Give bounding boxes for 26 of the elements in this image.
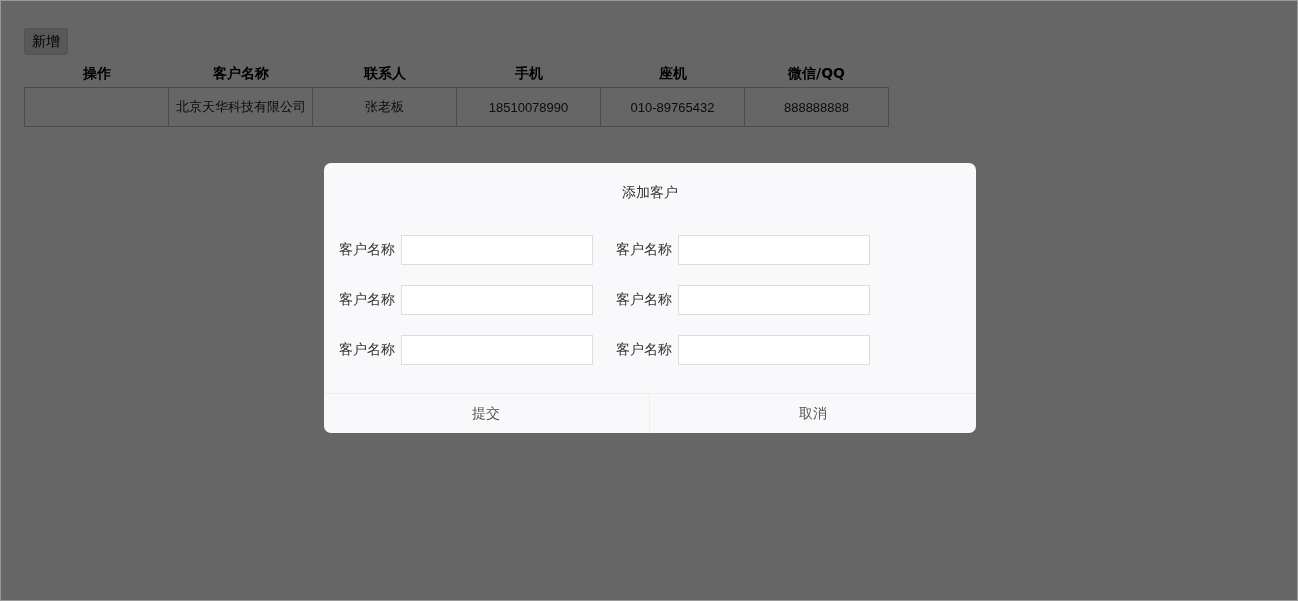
table-cell: 888888888	[744, 87, 889, 127]
column-header: 联系人	[312, 61, 457, 88]
column-header: 操作	[24, 61, 169, 88]
input-field[interactable]	[677, 285, 870, 315]
dialog-title: 添加客户	[620, 183, 679, 202]
input-field[interactable]	[400, 235, 593, 265]
table-cell: 18510078990	[456, 87, 601, 127]
input-field[interactable]	[400, 335, 593, 365]
input-field[interactable]	[400, 285, 593, 315]
column-header: 座机	[600, 61, 745, 88]
field-label: 客户名称	[615, 291, 672, 309]
field-label: 客户名称	[338, 291, 395, 309]
submit-button[interactable]: 提交	[323, 394, 649, 433]
cancel-button[interactable]: 取消	[649, 394, 976, 433]
column-header: 手机	[456, 61, 601, 88]
field-label: 客户名称	[338, 241, 395, 259]
column-header: 微信/QQ	[744, 61, 889, 88]
table-cell: 北京天华科技有限公司	[168, 87, 313, 127]
field-label: 客户名称	[615, 241, 672, 259]
column-header: 客户名称	[168, 61, 313, 88]
input-field[interactable]	[677, 335, 870, 365]
field-label: 客户名称	[338, 341, 395, 359]
table-cell: 010-89765432	[600, 87, 745, 127]
field-label: 客户名称	[615, 341, 672, 359]
table-cell: 张老板	[312, 87, 457, 127]
input-field[interactable]	[677, 235, 870, 265]
